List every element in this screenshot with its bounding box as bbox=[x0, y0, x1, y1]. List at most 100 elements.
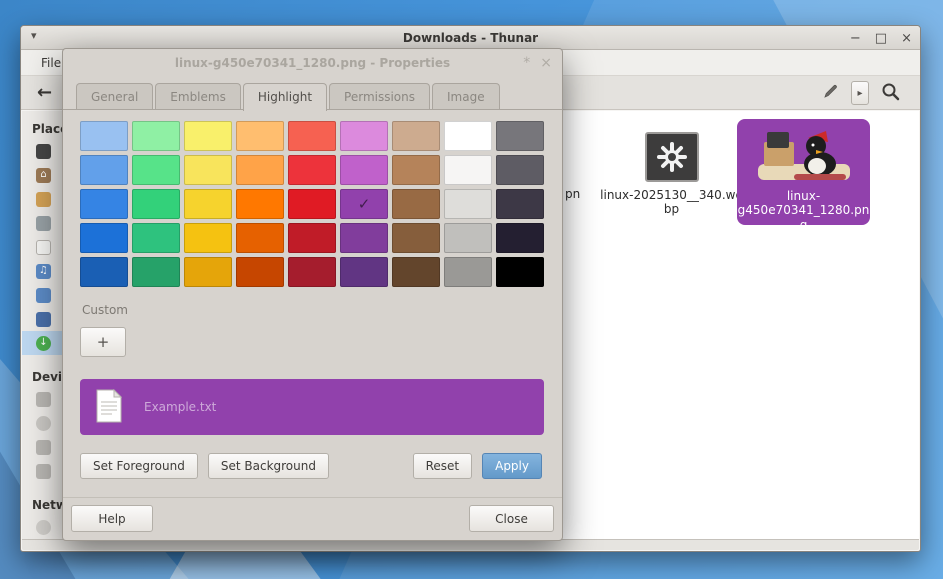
color-swatch[interactable] bbox=[236, 257, 284, 287]
downloads-icon: ↓ bbox=[36, 336, 51, 351]
color-swatch[interactable] bbox=[184, 257, 232, 287]
add-custom-color-button[interactable]: + bbox=[80, 327, 126, 357]
maximize-button[interactable]: □ bbox=[875, 32, 887, 45]
color-swatch[interactable] bbox=[288, 223, 336, 253]
globe-icon bbox=[36, 520, 51, 535]
color-swatch[interactable] bbox=[340, 121, 388, 151]
dialog-titlebar[interactable]: linux-g450e70341_1280.png - Properties *… bbox=[63, 49, 562, 77]
color-swatch[interactable] bbox=[444, 223, 492, 253]
reset-button[interactable]: Reset bbox=[413, 453, 473, 479]
color-swatch[interactable] bbox=[132, 257, 180, 287]
tab-permissions[interactable]: Permissions bbox=[329, 83, 430, 110]
color-swatch[interactable] bbox=[184, 189, 232, 219]
dialog-close-icon[interactable]: × bbox=[540, 55, 552, 71]
stick-icon[interactable]: * bbox=[523, 55, 530, 71]
window-title: Downloads - Thunar bbox=[403, 31, 538, 45]
color-swatch[interactable] bbox=[392, 189, 440, 219]
color-swatch[interactable]: ✓ bbox=[340, 189, 388, 219]
file-label-selected: linux- g450e70341_1280.png bbox=[737, 189, 870, 232]
color-swatch[interactable] bbox=[496, 189, 544, 219]
disc-icon bbox=[36, 416, 51, 431]
color-swatch[interactable] bbox=[392, 257, 440, 287]
videos-icon bbox=[36, 312, 51, 327]
trash-icon bbox=[36, 216, 51, 231]
color-swatch[interactable] bbox=[236, 155, 284, 185]
tab-general[interactable]: General bbox=[76, 83, 153, 110]
color-swatch[interactable] bbox=[80, 257, 128, 287]
window-titlebar[interactable]: ▾ Downloads - Thunar − □ × bbox=[21, 26, 920, 50]
highlight-actions: Set Foreground Set Background Reset Appl… bbox=[80, 453, 542, 479]
path-dropdown-button[interactable]: ▸ bbox=[851, 81, 869, 105]
color-swatch[interactable] bbox=[288, 155, 336, 185]
color-swatch[interactable] bbox=[184, 155, 232, 185]
color-swatch[interactable] bbox=[444, 257, 492, 287]
color-swatch[interactable] bbox=[444, 121, 492, 151]
color-swatch[interactable] bbox=[496, 121, 544, 151]
color-swatch[interactable] bbox=[132, 189, 180, 219]
color-swatch[interactable] bbox=[392, 223, 440, 253]
color-swatch[interactable] bbox=[496, 257, 544, 287]
color-swatch[interactable] bbox=[496, 155, 544, 185]
color-swatch[interactable] bbox=[236, 223, 284, 253]
color-swatch[interactable] bbox=[340, 155, 388, 185]
floppy-icon bbox=[36, 440, 51, 455]
color-swatch[interactable] bbox=[288, 121, 336, 151]
color-palette: ✓ bbox=[80, 121, 544, 287]
color-swatch[interactable] bbox=[340, 257, 388, 287]
color-swatch[interactable] bbox=[288, 257, 336, 287]
color-swatch[interactable] bbox=[80, 189, 128, 219]
color-swatch[interactable] bbox=[80, 121, 128, 151]
color-swatch[interactable] bbox=[288, 189, 336, 219]
desktop-icon bbox=[36, 192, 51, 207]
color-swatch[interactable] bbox=[80, 155, 128, 185]
webp-thumbnail-icon bbox=[645, 132, 699, 182]
hard-drive-icon bbox=[36, 392, 51, 407]
file-label: linux-2025130__340.we bp bbox=[599, 188, 744, 217]
file-tile-webp[interactable]: linux-2025130__340.we bp bbox=[599, 132, 744, 217]
close-dialog-button[interactable]: Close bbox=[469, 505, 554, 532]
back-button[interactable]: ← bbox=[37, 82, 52, 103]
set-foreground-button[interactable]: Set Foreground bbox=[80, 453, 198, 479]
set-background-button[interactable]: Set Background bbox=[208, 453, 329, 479]
tab-image[interactable]: Image bbox=[432, 83, 500, 110]
color-swatch[interactable] bbox=[340, 223, 388, 253]
document-icon bbox=[96, 389, 122, 426]
example-preview: Example.txt bbox=[80, 379, 544, 435]
apply-button[interactable]: Apply bbox=[482, 453, 542, 479]
color-swatch[interactable] bbox=[184, 223, 232, 253]
properties-dialog: linux-g450e70341_1280.png - Properties *… bbox=[62, 48, 563, 541]
search-icon[interactable] bbox=[882, 83, 900, 104]
color-swatch[interactable] bbox=[132, 121, 180, 151]
file-tile-selected[interactable]: linux- g450e70341_1280.png bbox=[737, 119, 870, 225]
color-swatch[interactable] bbox=[184, 121, 232, 151]
color-swatch[interactable] bbox=[236, 121, 284, 151]
color-swatch[interactable] bbox=[392, 155, 440, 185]
close-button[interactable]: × bbox=[901, 32, 912, 45]
example-filename: Example.txt bbox=[144, 400, 216, 414]
edit-path-icon[interactable] bbox=[823, 84, 838, 102]
dialog-title: linux-g450e70341_1280.png - Properties bbox=[175, 56, 450, 70]
color-swatch[interactable] bbox=[496, 223, 544, 253]
tab-emblems[interactable]: Emblems bbox=[155, 83, 241, 110]
color-swatch[interactable] bbox=[392, 121, 440, 151]
window-menu-icon[interactable]: ▾ bbox=[31, 29, 37, 42]
documents-icon bbox=[36, 240, 51, 255]
penguin-artwork bbox=[754, 124, 854, 186]
tab-highlight[interactable]: Highlight bbox=[243, 83, 327, 111]
computer-icon bbox=[36, 144, 51, 159]
custom-section-label: Custom bbox=[82, 303, 128, 317]
help-button[interactable]: Help bbox=[71, 505, 153, 532]
file-label-partial: pn bbox=[565, 187, 580, 201]
color-swatch[interactable] bbox=[80, 223, 128, 253]
color-swatch[interactable] bbox=[236, 189, 284, 219]
removable-drive-icon bbox=[36, 464, 51, 479]
dialog-separator bbox=[63, 497, 562, 498]
color-swatch[interactable] bbox=[132, 223, 180, 253]
color-swatch[interactable] bbox=[132, 155, 180, 185]
color-swatch[interactable] bbox=[444, 189, 492, 219]
home-icon: ⌂ bbox=[36, 168, 51, 183]
desktop: ▾ Downloads - Thunar − □ × File ← ▸ bbox=[0, 0, 943, 579]
minimize-button[interactable]: − bbox=[850, 32, 861, 45]
music-icon: ♫ bbox=[36, 264, 51, 279]
color-swatch[interactable] bbox=[444, 155, 492, 185]
